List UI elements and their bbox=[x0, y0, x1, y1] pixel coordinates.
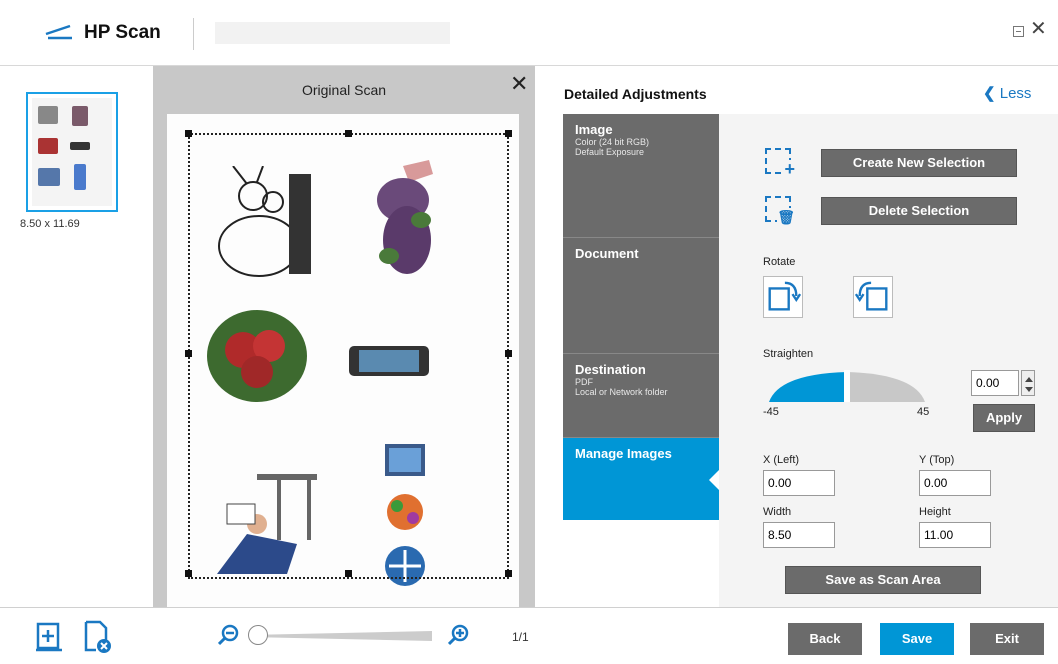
straighten-stepper[interactable] bbox=[1021, 370, 1035, 396]
title-placeholder bbox=[215, 22, 450, 44]
create-selection-button[interactable]: Create New Selection bbox=[821, 149, 1017, 177]
straighten-slider[interactable] bbox=[769, 368, 925, 402]
rotate-label: Rotate bbox=[763, 256, 796, 268]
selection-handle-tl[interactable] bbox=[185, 130, 192, 137]
minimize-icon[interactable] bbox=[1013, 26, 1024, 37]
selection-handle-bl[interactable] bbox=[185, 570, 192, 577]
straighten-min-label: -45 bbox=[763, 406, 779, 418]
title-divider bbox=[193, 18, 194, 50]
page-count: 1/1 bbox=[512, 630, 529, 644]
section-document[interactable]: Document bbox=[563, 238, 719, 354]
delete-selection-icon: 🗑 bbox=[765, 196, 795, 226]
add-page-icon[interactable] bbox=[34, 620, 64, 654]
preview-panel: Original Scan ✕ bbox=[153, 66, 535, 607]
section-image-sub1: Color (24 bit RGB) bbox=[575, 137, 650, 147]
page-thumbnail[interactable] bbox=[26, 92, 118, 212]
save-scan-area-button[interactable]: Save as Scan Area bbox=[785, 566, 981, 594]
selection-handle-br[interactable] bbox=[505, 570, 512, 577]
delete-page-icon[interactable] bbox=[82, 620, 112, 654]
delete-selection-button[interactable]: Delete Selection bbox=[821, 197, 1017, 225]
thumbnail-size-label: 8.50 x 11.69 bbox=[20, 218, 80, 230]
zoom-slider-track[interactable] bbox=[250, 631, 432, 641]
selection-handle-bm[interactable] bbox=[345, 570, 352, 577]
section-image-sub2: Default Exposure bbox=[575, 147, 645, 157]
adjustments-panel: Detailed Adjustments ❮ Less Image Color … bbox=[535, 66, 1058, 607]
section-image-title: Image bbox=[575, 122, 613, 137]
create-selection-icon: + bbox=[765, 148, 795, 178]
x-left-label: X (Left) bbox=[763, 454, 800, 466]
y-top-input[interactable] bbox=[919, 470, 991, 496]
preview-title: Original Scan bbox=[301, 82, 387, 98]
close-icon[interactable]: ✕ bbox=[1030, 19, 1047, 39]
straighten-input[interactable] bbox=[971, 370, 1019, 396]
section-destination-sub2: Local or Network folder bbox=[575, 387, 668, 397]
hp-scan-logo-icon bbox=[45, 24, 72, 40]
bottom-bar: 1/1 Back Save Exit bbox=[0, 607, 1058, 664]
exit-button[interactable]: Exit bbox=[970, 623, 1044, 655]
adjustment-sections: Image Color (24 bit RGB) Default Exposur… bbox=[563, 114, 719, 520]
thumbnail-image bbox=[32, 98, 112, 206]
selection-handle-ml[interactable] bbox=[185, 350, 192, 357]
selection-box[interactable] bbox=[188, 133, 509, 579]
back-button[interactable]: Back bbox=[788, 623, 862, 655]
section-destination[interactable]: Destination PDF Local or Network folder bbox=[563, 354, 719, 438]
apply-button[interactable]: Apply bbox=[973, 404, 1035, 432]
section-manage-images-title: Manage Images bbox=[575, 446, 672, 461]
selection-handle-tr[interactable] bbox=[505, 130, 512, 137]
straighten-max-label: 45 bbox=[917, 406, 930, 418]
y-top-label: Y (Top) bbox=[919, 454, 955, 466]
selection-handle-tm[interactable] bbox=[345, 130, 352, 137]
straighten-label: Straighten bbox=[763, 348, 814, 360]
section-image[interactable]: Image Color (24 bit RGB) Default Exposur… bbox=[563, 114, 719, 238]
rotate-right-icon[interactable] bbox=[853, 276, 893, 318]
zoom-in-icon[interactable] bbox=[448, 624, 470, 646]
adjustments-title: Detailed Adjustments bbox=[564, 86, 707, 102]
thumbnail-panel: 8.50 x 11.69 bbox=[0, 66, 153, 607]
section-document-title: Document bbox=[575, 246, 639, 261]
width-label: Width bbox=[763, 506, 792, 518]
zoom-slider-thumb[interactable] bbox=[248, 625, 268, 645]
zoom-out-icon[interactable] bbox=[218, 624, 240, 646]
height-label: Height bbox=[919, 506, 951, 518]
chevron-left-icon: ❮ bbox=[983, 85, 996, 102]
section-destination-title: Destination bbox=[575, 362, 646, 377]
x-left-input[interactable] bbox=[763, 470, 835, 496]
selection-handle-mr[interactable] bbox=[505, 350, 512, 357]
width-input[interactable] bbox=[763, 522, 835, 548]
manage-images-details: + Create New Selection 🗑 Delete Selectio… bbox=[719, 114, 1058, 607]
app-title: HP Scan bbox=[84, 22, 161, 43]
section-manage-images[interactable]: Manage Images bbox=[563, 438, 719, 520]
section-destination-sub1: PDF bbox=[575, 377, 593, 387]
less-link[interactable]: ❮ Less bbox=[983, 84, 1031, 102]
height-input[interactable] bbox=[919, 522, 991, 548]
rotate-left-icon[interactable] bbox=[763, 276, 803, 318]
title-bar: HP Scan ✕ bbox=[0, 0, 1058, 66]
save-button[interactable]: Save bbox=[880, 623, 954, 655]
close-preview-icon[interactable]: ✕ bbox=[510, 73, 528, 95]
less-label: Less bbox=[999, 85, 1032, 102]
